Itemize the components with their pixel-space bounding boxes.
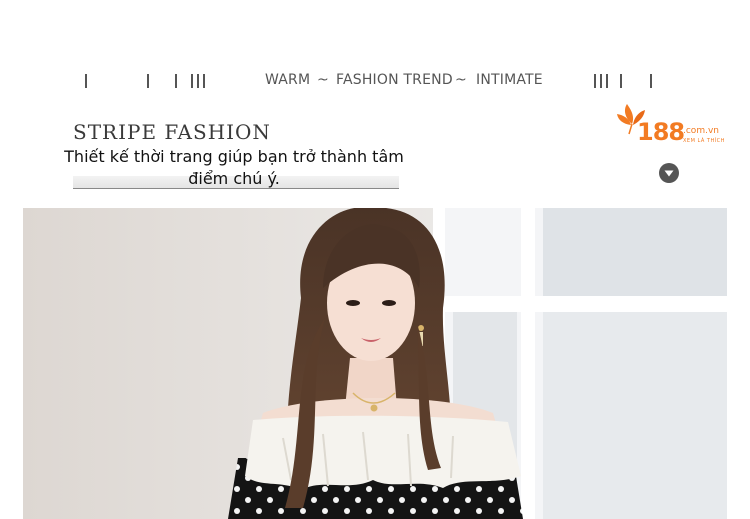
product-photo [23, 208, 727, 519]
logo-domain: .com.vn [683, 126, 719, 136]
scroll-down-button[interactable] [659, 163, 679, 183]
chevron-down-circle-icon [664, 170, 674, 177]
logo-number: 188 [637, 118, 685, 146]
nav-separator: ~ [455, 72, 467, 88]
tagline: Thiết kế thời trang giúp bạn trở thành t… [64, 147, 404, 188]
logo-tagline: XEM LÀ THÍCH [683, 138, 725, 144]
brand-logo[interactable]: 188 .com.vn XEM LÀ THÍCH [617, 104, 735, 152]
nav-fashion-trend: FASHION TREND [336, 72, 453, 88]
nav-warm: WARM [265, 72, 311, 88]
nav-intimate: INTIMATE [476, 72, 543, 88]
nav-separator: ~ [317, 72, 329, 88]
page-title: STRIPE FASHION [73, 120, 271, 144]
